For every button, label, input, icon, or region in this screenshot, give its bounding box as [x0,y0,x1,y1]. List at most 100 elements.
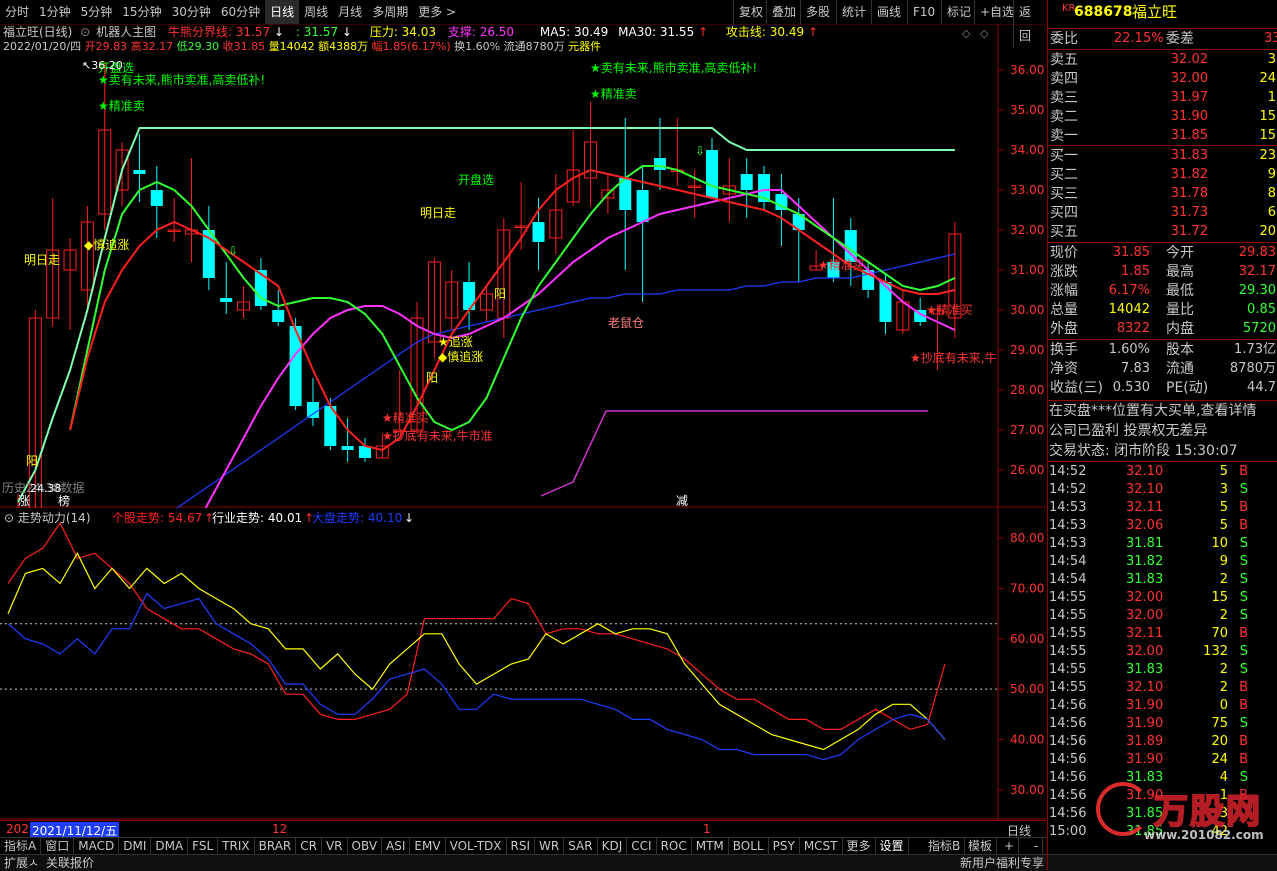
period-tab-4[interactable]: 30分钟 [167,0,216,24]
bottom-right-button-2[interactable]: + [1000,838,1020,855]
period-tab-1[interactable]: 1分钟 [34,0,76,24]
tick-side: S [1239,608,1248,623]
indicator-tab-2[interactable]: MACD [74,838,120,855]
expand-button[interactable]: 扩展ㅅ [4,855,39,871]
indicator-tab-10[interactable]: OBV [348,838,383,855]
indicator-tab-1[interactable]: 窗口 [41,838,75,855]
indicator-tab-23[interactable]: MCST [800,838,843,855]
bid-label: 买三 [1050,186,1078,202]
indicator-tab-5[interactable]: FSL [188,838,219,855]
notice-big-order[interactable]: 在买盘***位置有大买单,查看详情 [1048,402,1277,420]
series-legend: 个股走势: 54.67 [112,511,202,525]
indicator-tab-24[interactable]: 更多 [843,838,876,855]
toolbar-button-6[interactable]: 标记 [941,0,976,24]
tick-volume: 10 [1211,536,1228,551]
candle-body [879,282,892,322]
indicator-tab-11[interactable]: ASI [382,838,411,855]
tick-time: 14:53 [1049,500,1087,515]
candlestick-chart[interactable]: 36.00 35.00 34.00 33.00 32.00 31.00 30.00 29.00… [0,24,1046,508]
tick-time: 14:56 [1049,806,1087,821]
indicator-tab-0[interactable]: 指标A [0,838,42,855]
stat-label: 总量 [1050,302,1078,318]
chart-annotation: ★追涨 [438,334,473,349]
bottom-right-button-0[interactable]: 指标B [924,838,966,855]
tick-side: B [1239,752,1248,767]
toolbar-button-4[interactable]: 画线 [871,0,906,24]
stat-value: 8322 [1116,321,1150,336]
indicator-tab-18[interactable]: CCI [627,838,657,855]
stat-value: 1.73亿 [1234,342,1276,357]
x-year-prefix: 202 [6,822,29,836]
stat-label: 最低 [1166,283,1194,299]
indicator-tab-9[interactable]: VR [322,838,348,855]
bid-volume: 9 [1267,167,1276,182]
indicator-tab-6[interactable]: TRIX [218,838,255,855]
watermark-text: 万股网 [1153,791,1262,833]
period-tab-5[interactable]: 60分钟 [216,0,265,24]
period-tab-2[interactable]: 5分钟 [76,0,118,24]
tick-side: B [1239,698,1248,713]
indicator-tab-7[interactable]: BRAR [255,838,297,855]
indicator-tab-4[interactable]: DMA [151,838,189,855]
tick-side: S [1239,716,1248,731]
bottom-right-button-3[interactable]: - [1030,838,1044,855]
indicator-tab-21[interactable]: BOLL [729,838,769,855]
candle-body [341,446,354,450]
period-tab-3[interactable]: 15分钟 [117,0,166,24]
stat-value: 5720 [1242,321,1276,336]
period-tab-10[interactable]: 更多 > [413,0,461,24]
chart-annotation: ★精准买 [926,303,973,317]
period-tab-8[interactable]: 月线 [333,0,367,24]
period-tab-0[interactable]: 分时 [0,0,34,24]
period-tab-9[interactable]: 多周期 [367,0,413,24]
indicator-tab-13[interactable]: VOL-TDX [446,838,507,855]
ask-row: 卖四 32.00 24 [1048,70,1277,88]
indicator-tab-22[interactable]: PSY [769,838,800,855]
indicator-tab-8[interactable]: CR [296,838,322,855]
ask-label: 卖四 [1050,71,1078,87]
new-user-promo[interactable]: 新用户福利专享 [960,855,1044,871]
related-quote-button[interactable]: 关联报价 [46,855,94,871]
period-tab-6[interactable]: 日线 [265,0,300,24]
stat-label: 量比 [1166,302,1194,318]
tick-side: B [1239,626,1248,641]
chart-annotation: ★卖有未来,熊市卖准,高卖低补! [98,72,265,87]
toolbar-button-5[interactable]: F10 [907,0,940,24]
indicator-tab-17[interactable]: KDJ [598,838,628,855]
y-tick-label: 36.00 [1010,63,1044,77]
toolbar-button-2[interactable]: 多股 [800,0,835,24]
toolbar-button-0[interactable]: 复权 [733,0,768,24]
tick-price: 31.83 [1126,572,1164,587]
ask-price: 32.00 [1170,71,1208,86]
x-month-1: 1 [703,822,711,836]
peak-price-label: ↖36.20 [82,59,123,72]
toolbar-button-3[interactable]: 统计 [836,0,871,24]
bid-row: 买二 31.82 9 [1048,166,1277,184]
tick-time: 14:56 [1049,752,1087,767]
ask-volume: 1 [1267,90,1276,105]
indicator-tab-12[interactable]: EMV [410,838,446,855]
indicator-tab-25[interactable]: 设置 [876,838,909,855]
stat-value: 0.85 [1247,302,1276,317]
momentum-subchart[interactable]: 80.00 70.00 60.00 50.00 40.00 30.00 ⊙ 走势动力(14)… [0,508,1046,820]
series-legend: 大盘走势: 40.10 [312,510,402,525]
webi-row: 委比 22.15% 委差 33 [1048,30,1277,48]
indicator-tab-15[interactable]: WR [535,838,565,855]
y-tick-label: 26.00 [1010,463,1044,477]
toolbar-button-1[interactable]: 叠加 [766,0,801,24]
ask-row: 卖三 31.97 1 [1048,89,1277,107]
indicator-tab-3[interactable]: DMI [119,838,152,855]
tick-price: 32.00 [1126,644,1164,659]
chart-annotation: ★抄底有未来,牛 [910,350,997,365]
indicator-tab-20[interactable]: MTM [692,838,729,855]
bottom-right-button-1[interactable]: 模板 [964,838,998,855]
indicator-tab-14[interactable]: RSI [507,838,536,855]
period-tab-7[interactable]: 周线 [299,0,333,24]
indicator-tab-16[interactable]: SAR [564,838,598,855]
tick-price: 32.06 [1126,518,1164,533]
indicator-tab-19[interactable]: ROC [657,838,692,855]
tick-time: 14:56 [1049,788,1087,803]
tick-price: 32.10 [1126,464,1164,479]
tick-row: 14:55 32.00 132 S [1048,643,1277,661]
support-step-line [540,410,928,497]
